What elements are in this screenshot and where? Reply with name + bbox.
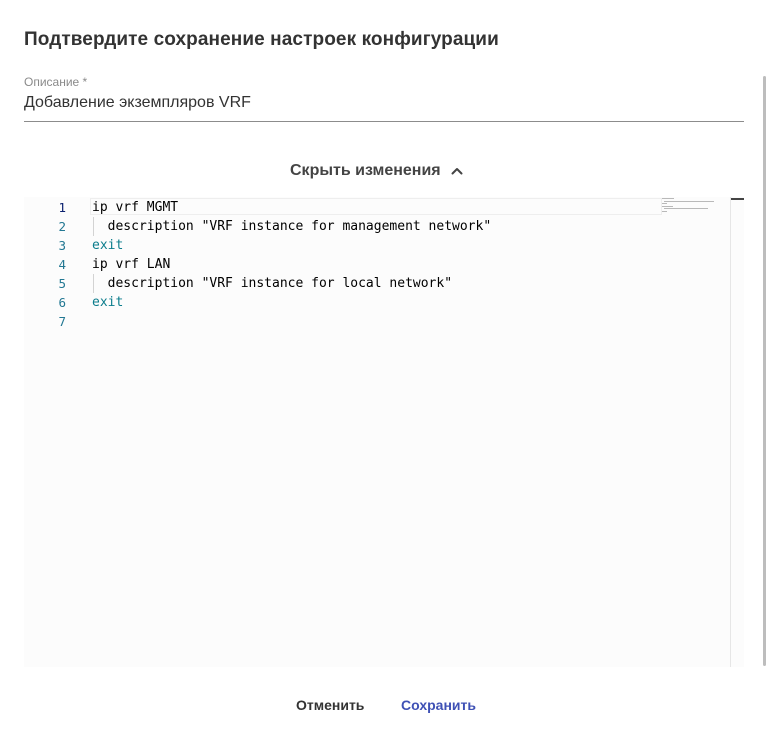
line-number-gutter: 1 2 3 4 5 6 7 (24, 197, 76, 667)
code-line[interactable]: description "VRF instance for management… (92, 217, 492, 236)
dialog-scrollbar[interactable] (763, 76, 766, 666)
line-number: 4 (58, 257, 66, 272)
description-field[interactable]: Описание * (24, 75, 744, 122)
hide-changes-label: Скрыть изменения (290, 162, 441, 179)
line-number: 1 (58, 200, 66, 215)
editor-vertical-scrollbar[interactable] (730, 197, 744, 667)
code-line[interactable]: ip vrf MGMT (92, 198, 178, 217)
editor-minimap[interactable] (662, 197, 724, 213)
description-input[interactable] (24, 94, 740, 112)
dialog-title: Подтвердите сохранение настроек конфигур… (24, 29, 499, 50)
line-number: 2 (58, 219, 66, 234)
code-line[interactable]: description "VRF instance for local netw… (92, 274, 452, 293)
line-number: 5 (58, 276, 66, 291)
chevron-up-icon (451, 168, 463, 175)
code-line[interactable]: ip vrf LAN (92, 255, 170, 274)
hide-changes-toggle[interactable]: Скрыть изменения (290, 158, 464, 184)
code-line[interactable]: exit (92, 293, 123, 312)
line-number: 7 (58, 314, 66, 329)
code-line[interactable]: exit (92, 236, 123, 255)
line-number: 3 (58, 238, 66, 253)
save-button[interactable]: Сохранить (401, 692, 476, 718)
line-number: 6 (58, 295, 66, 310)
description-label: Описание * (24, 75, 88, 89)
scrollbar-cursor-marker (731, 198, 744, 200)
cancel-button[interactable]: Отменить (296, 692, 364, 718)
diff-code-editor[interactable]: 1 2 3 4 5 6 7 ip vrf MGMT description "V… (24, 197, 744, 667)
confirm-save-dialog: Подтвердите сохранение настроек конфигур… (0, 0, 767, 736)
